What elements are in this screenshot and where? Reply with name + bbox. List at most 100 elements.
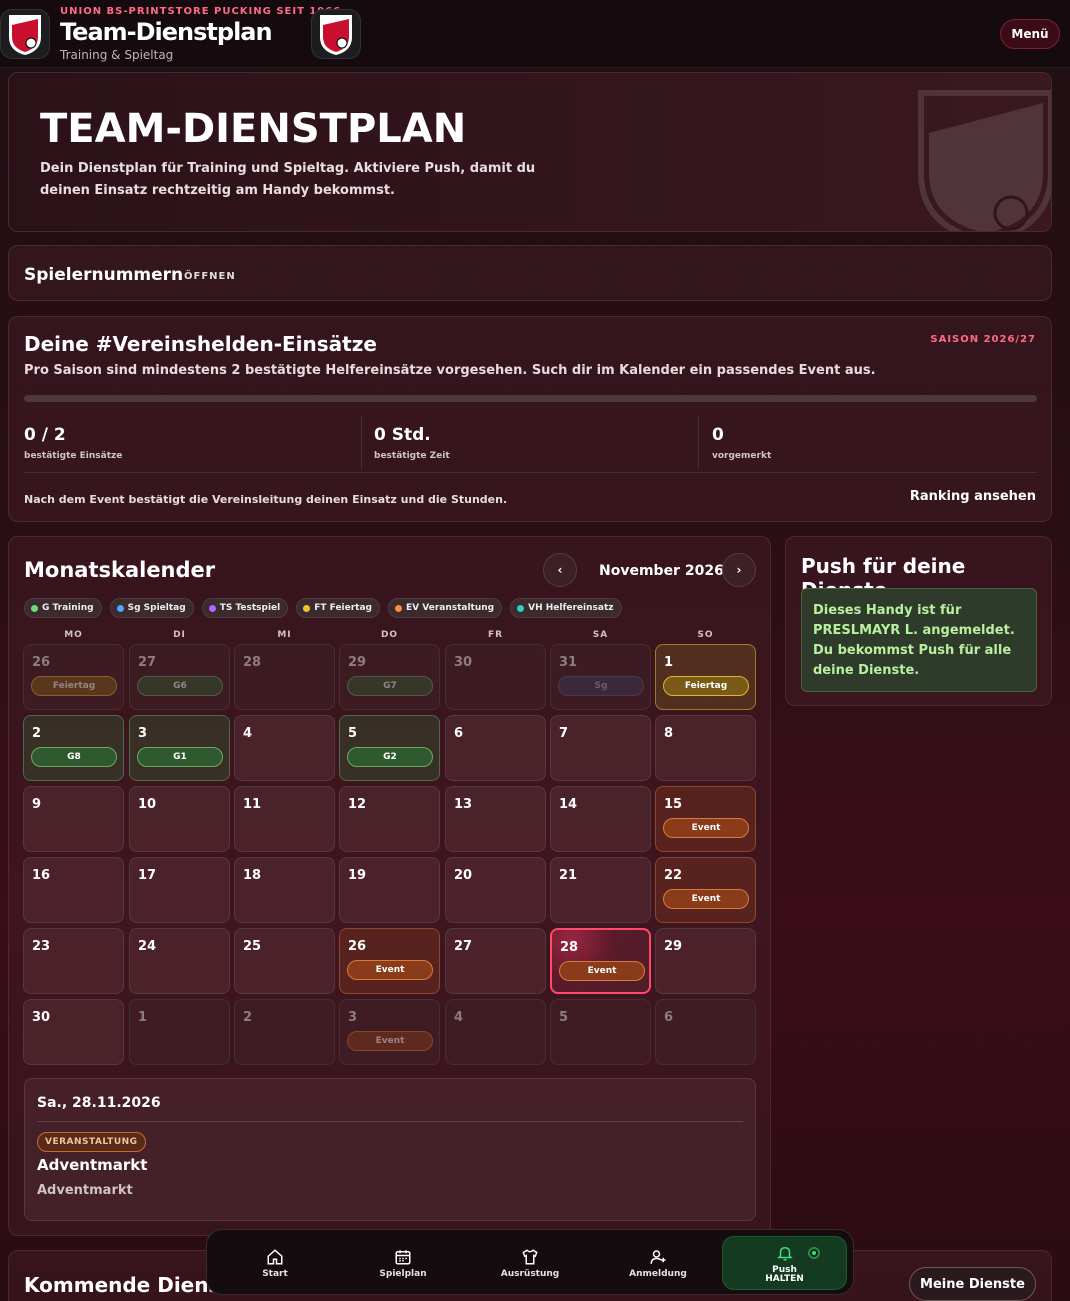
vereinshelden-description: Pro Saison sind mindestens 2 bestätigte … <box>24 363 876 378</box>
day-number: 9 <box>32 797 42 812</box>
calendar-day[interactable]: 27 <box>445 928 546 994</box>
event-pill[interactable]: Event <box>663 889 749 909</box>
club-logo-left[interactable] <box>0 9 50 59</box>
bell-icon <box>776 1246 793 1261</box>
user-plus-icon <box>650 1249 666 1264</box>
event-pill[interactable]: Event <box>347 1031 433 1051</box>
stat-divider <box>361 415 362 469</box>
day-number: 3 <box>348 1010 358 1025</box>
legend-label: FT Feiertag <box>314 603 372 613</box>
event-pill[interactable]: G2 <box>347 747 433 767</box>
calendar-day[interactable]: 10 <box>129 786 230 852</box>
legend-item: VH Helfereinsatz <box>510 598 622 618</box>
calendar-day[interactable]: 28 <box>234 644 335 710</box>
day-number: 26 <box>348 939 367 954</box>
nav-item-anmeldung[interactable]: Anmeldung <box>608 1230 708 1294</box>
calendar-day[interactable]: 30 <box>23 999 124 1065</box>
calendar-day[interactable]: 17 <box>129 857 230 923</box>
day-number: 25 <box>243 939 262 954</box>
calendar-day[interactable]: 15 Event <box>655 786 756 852</box>
calendar-day[interactable]: 22 Event <box>655 857 756 923</box>
calendar-day[interactable]: 28 Event <box>550 928 651 994</box>
calendar-day[interactable]: 29 <box>655 928 756 994</box>
my-duties-button[interactable]: Meine Dienste <box>909 1267 1036 1301</box>
calendar-day[interactable]: 21 <box>550 857 651 923</box>
calendar-day[interactable]: 5 <box>550 999 651 1065</box>
nav-label: Anmeldung <box>629 1268 687 1279</box>
day-number: 17 <box>138 868 157 883</box>
calendar-day[interactable]: 5 G2 <box>339 715 440 781</box>
calendar-day[interactable]: 3 Event <box>339 999 440 1065</box>
event-pill[interactable]: Event <box>663 818 749 838</box>
weekday-header: MO <box>64 630 83 640</box>
event-pill[interactable]: Event <box>347 960 433 980</box>
calendar-day[interactable]: 3 G1 <box>129 715 230 781</box>
calendar-day[interactable]: 20 <box>445 857 546 923</box>
club-logo-right[interactable] <box>311 9 361 59</box>
calendar-day[interactable]: 29 G7 <box>339 644 440 710</box>
calendar-day[interactable]: 6 <box>445 715 546 781</box>
nav-item-ausruestung[interactable]: Ausrüstung <box>480 1230 580 1294</box>
nav-label-bottom: HALTEN <box>765 1274 804 1284</box>
event-pill[interactable]: Feiertag <box>663 676 749 696</box>
event-pill[interactable]: G6 <box>137 676 223 696</box>
event-pill[interactable]: G8 <box>31 747 117 767</box>
calendar-day[interactable]: 8 <box>655 715 756 781</box>
calendar-day[interactable]: 1 Feiertag <box>655 644 756 710</box>
event-pill[interactable]: Feiertag <box>31 676 117 696</box>
event-subtitle: Adventmarkt <box>37 1183 133 1198</box>
nav-label: Start <box>262 1268 288 1279</box>
hero-title: TEAM-DIENSTPLAN <box>40 106 467 152</box>
calendar-day[interactable]: 2 G8 <box>23 715 124 781</box>
divider <box>37 1121 743 1122</box>
day-number: 26 <box>32 655 51 670</box>
calendar-day[interactable]: 26 Feiertag <box>23 644 124 710</box>
calendar-day[interactable]: 4 <box>445 999 546 1065</box>
nav-item-push[interactable]: Push HALTEN <box>722 1236 847 1290</box>
calendar-day[interactable]: 27 G6 <box>129 644 230 710</box>
prev-month-button[interactable]: ‹ <box>543 553 577 587</box>
club-crest-watermark-icon <box>918 90 1051 231</box>
event-pill[interactable]: G1 <box>137 747 223 767</box>
calendar-day[interactable]: 2 <box>234 999 335 1065</box>
event-pill[interactable]: Event <box>559 961 645 981</box>
calendar-day[interactable]: 18 <box>234 857 335 923</box>
day-number: 15 <box>664 797 683 812</box>
next-month-button[interactable]: › <box>722 553 756 587</box>
calendar-day[interactable]: 9 <box>23 786 124 852</box>
calendar-day[interactable]: 19 <box>339 857 440 923</box>
season-badge: SAISON 2026/27 <box>930 334 1036 345</box>
calendar-day[interactable]: 30 <box>445 644 546 710</box>
calendar-day[interactable]: 23 <box>23 928 124 994</box>
calendar-day[interactable]: 24 <box>129 928 230 994</box>
calendar-day[interactable]: 6 <box>655 999 756 1065</box>
weekday-header: FR <box>487 630 504 640</box>
day-number: 27 <box>138 655 157 670</box>
spielernummern-card[interactable]: Spielernummern ÖFFNEN <box>8 245 1052 301</box>
legend-label: EV Veranstaltung <box>406 603 495 613</box>
calendar-day[interactable]: 26 Event <box>339 928 440 994</box>
event-pill[interactable]: Sg <box>558 676 644 696</box>
nav-item-start[interactable]: Start <box>225 1230 325 1294</box>
calendar-day[interactable]: 7 <box>550 715 651 781</box>
calendar-day[interactable]: 31 Sg <box>550 644 651 710</box>
day-number: 31 <box>559 655 578 670</box>
event-pill[interactable]: G7 <box>347 676 433 696</box>
calendar-day[interactable]: 11 <box>234 786 335 852</box>
menu-button[interactable]: Menü <box>1000 19 1060 49</box>
legend-item: Sg Spieltag <box>109 598 194 618</box>
day-detail-panel: Sa., 28.11.2026 VERANSTALTUNG Adventmark… <box>24 1078 756 1221</box>
day-number: 2 <box>32 726 42 741</box>
spielernummern-open-link[interactable]: ÖFFNEN <box>184 271 236 282</box>
calendar-day[interactable]: 16 <box>23 857 124 923</box>
calendar-day[interactable]: 13 <box>445 786 546 852</box>
calendar-day[interactable]: 1 <box>129 999 230 1065</box>
ranking-link[interactable]: Ranking ansehen <box>910 489 1036 504</box>
calendar-day[interactable]: 12 <box>339 786 440 852</box>
hero-card: TEAM-DIENSTPLAN Dein Dienstplan für Trai… <box>8 72 1052 232</box>
calendar-day[interactable]: 14 <box>550 786 651 852</box>
calendar-day[interactable]: 25 <box>234 928 335 994</box>
nav-item-spielplan[interactable]: Spielplan <box>353 1230 453 1294</box>
calendar-day[interactable]: 4 <box>234 715 335 781</box>
push-status-message: Dieses Handy ist für PRESLMAYR L. angeme… <box>801 588 1037 692</box>
